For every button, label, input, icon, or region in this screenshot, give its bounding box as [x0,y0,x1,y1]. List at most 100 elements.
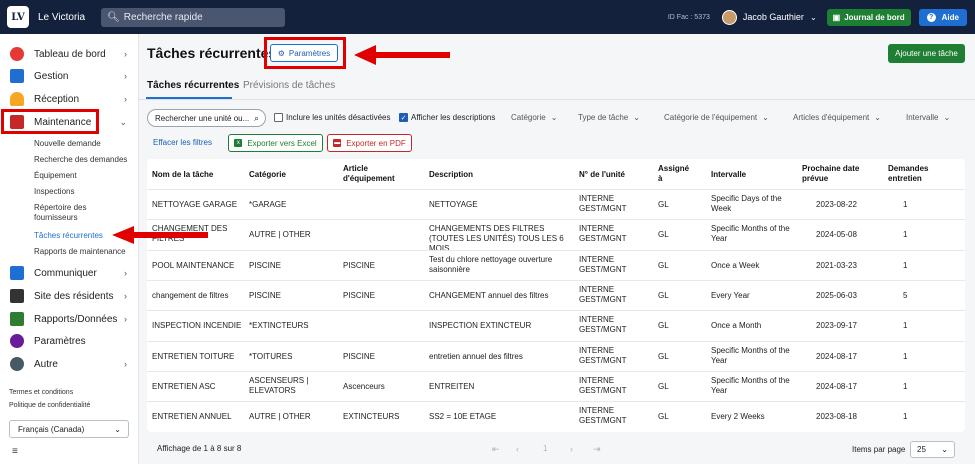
excel-icon: x [234,139,243,147]
table-cell: PISCINE [343,260,376,270]
column-header-requests[interactable]: Demandes entretien [888,164,938,184]
add-task-button[interactable]: Ajouter une tâche [888,44,965,63]
column-header-equipment[interactable]: Article d'équipement [343,164,403,184]
table-cell: 1 [903,321,908,331]
task-type-dropdown[interactable]: Type de tâche ⌄ [578,113,640,122]
current-page[interactable]: 1 [543,444,547,453]
table-cell: 2023-09-17 [816,321,857,331]
column-header-assigned[interactable]: Assigné à [658,164,692,184]
table-row[interactable]: changement de filtres PISCINE PISCINE CHANG… [147,279,965,310]
first-page-icon[interactable]: ⇤ [492,444,500,455]
table-cell: SS2 = 10E ETAGE [429,412,497,422]
sidebar-item-rapports[interactable]: Rapports/Données › [0,309,139,329]
table-row[interactable]: INSPECTION INCENDIE *EXTINCTEURS INSPECTIO… [147,310,965,340]
dropdown-label: Catégorie de l'équipement [664,113,758,122]
help-icon: ? [926,12,936,22]
sidebar-item-gestion[interactable]: Gestion › [0,66,139,86]
table-cell: POOL MAINTENANCE [152,260,235,270]
items-per-page-select[interactable]: 25 ⌄ [910,441,955,458]
table-cell: INTERNE GEST/MGNT [579,315,627,335]
table-cell: Every Year [711,290,750,300]
terms-link[interactable]: Termes et conditions [9,389,73,396]
user-menu[interactable]: Jacob Gauthier ⌄ [721,9,817,25]
table-cell: Every 2 Weeks [711,412,765,422]
sidebar-sub-taches-recurrentes[interactable]: Tâches récurrentes [34,231,103,241]
table-cell: Once a Month [711,321,762,331]
prev-page-icon[interactable]: ‹ [516,444,519,454]
last-page-icon[interactable]: ⇥ [593,444,601,455]
table-row[interactable]: POOL MAINTENANCE PISCINE PISCINE Test du ch… [147,249,965,280]
column-header-name[interactable]: Nom de la tâche [152,170,213,180]
language-select[interactable]: Français (Canada) ⌄ [9,420,129,438]
table-row[interactable]: CHANGEMENT DES FILTRES AUTRE | OTHER CHANG… [147,219,965,253]
table-row[interactable]: NETTOYAGE GARAGE *GARAGE NETTOYAGE INTERNE … [147,189,965,219]
sidebar-item-label: Tableau de bord [34,48,106,60]
highlight-parameters [264,37,346,69]
privacy-link[interactable]: Politique de confidentialité [9,402,90,409]
help-button[interactable]: ? Aide [918,8,967,26]
show-descriptions-checkbox[interactable]: ✓ [399,113,408,122]
sidebar-sub-equipement[interactable]: Équipement [34,171,77,181]
chevron-down-icon: ⌄ [762,113,769,122]
collapse-sidebar-icon[interactable]: ≡ [12,446,18,457]
sidebar-item-reception[interactable]: Réception › [0,89,139,109]
sidebar-sub-fournisseurs[interactable]: Répertoire des fournisseurs [34,203,124,223]
website-icon [10,289,24,303]
table-cell: AUTRE | OTHER [249,230,311,240]
table-cell: changement de filtres [152,290,229,300]
search-icon: ⌕ [253,112,259,123]
pagination-info: Affichage de 1 à 8 sur 8 [157,444,242,453]
interval-dropdown[interactable]: Intervalle ⌄ [906,113,950,122]
sidebar-sub-inspections[interactable]: Inspections [34,187,74,197]
sidebar-sub-recherche-demandes[interactable]: Recherche des demandes [34,155,127,165]
show-descriptions-label: Afficher les descriptions [411,113,496,122]
sidebar-item-label: Réception [34,93,80,105]
column-header-interval[interactable]: Intervalle [711,170,746,180]
sidebar-item-site-residents[interactable]: Site des résidents › [0,286,139,306]
unit-search-input[interactable]: Rechercher une unité ou... ⌕ [147,109,266,127]
sidebar-item-dashboard[interactable]: Tableau de bord › [0,44,139,64]
table-cell: 2023-08-22 [816,200,857,209]
top-bar: LV Le Victoria 🔍︎ Recherche rapide ID Fa… [0,0,975,34]
sidebar-item-communiquer[interactable]: Communiquer › [0,263,139,283]
table-cell: PISCINE [343,290,376,300]
journal-icon: ▣ [832,12,841,22]
sidebar-sub-nouvelle-demande[interactable]: Nouvelle demande [34,139,101,149]
sidebar-item-autre[interactable]: Autre › [0,354,139,374]
unit-search-placeholder: Rechercher une unité ou... [155,113,250,123]
table-cell: 2024-08-17 [816,381,857,391]
sidebar-sub-rapports-maintenance[interactable]: Rapports de maintenance [34,247,126,257]
language-value: Français (Canada) [18,424,85,434]
app-logo[interactable]: LV [7,6,29,28]
app-title: Le Victoria [38,11,86,23]
next-page-icon[interactable]: › [570,444,573,454]
sidebar-item-parametres[interactable]: Paramètres [0,331,139,351]
facility-id: ID Fac : 5373 [667,13,710,21]
journal-button[interactable]: ▣ Journal de bord [826,8,911,26]
sidebar-item-label: Gestion [34,70,69,82]
export-excel-button[interactable]: x Exporter vers Excel [228,134,323,152]
export-pdf-label: Exporter en PDF [346,138,406,148]
export-pdf-button[interactable]: ▬ Exporter en PDF [327,134,412,152]
column-header-next-date[interactable]: Prochaine date prévue [802,164,872,184]
tab-recurring-tasks[interactable]: Tâches récurrentes [147,80,239,91]
tab-task-forecasts[interactable]: Prévisions de tâches [243,80,335,91]
column-header-description[interactable]: Description [429,170,473,180]
clear-filters-link[interactable]: Effacer les filtres [153,138,212,147]
table-row[interactable]: ENTRETIEN ANNUEL AUTRE | OTHER EXTINCTEURS… [147,401,965,431]
table-cell: GL [658,290,669,300]
include-disabled-checkbox[interactable] [274,113,283,122]
table-row[interactable]: ENTRETIEN ASC ASCENSEURS | ELEVATORS Ascen… [147,370,965,401]
chevron-right-icon: › [124,49,127,59]
column-header-unit[interactable]: N° de l'unité [579,170,625,180]
column-header-category[interactable]: Catégorie [249,170,286,180]
table-cell: GL [658,412,669,422]
table-row[interactable]: ENTRETIEN TOITURE *TOITURES PISCINE entreti… [147,340,965,371]
equipment-category-dropdown[interactable]: Catégorie de l'équipement ⌄ [664,113,769,122]
quick-search-input[interactable]: 🔍︎ Recherche rapide [101,7,286,27]
category-dropdown[interactable]: Catégorie ⌄ [511,113,557,122]
chevron-down-icon: ⌄ [550,113,558,122]
sidebar-item-label: Rapports/Données [34,313,118,325]
table-cell: 1 [903,351,908,361]
equipment-items-dropdown[interactable]: Articles d'équipement ⌄ [793,113,881,122]
